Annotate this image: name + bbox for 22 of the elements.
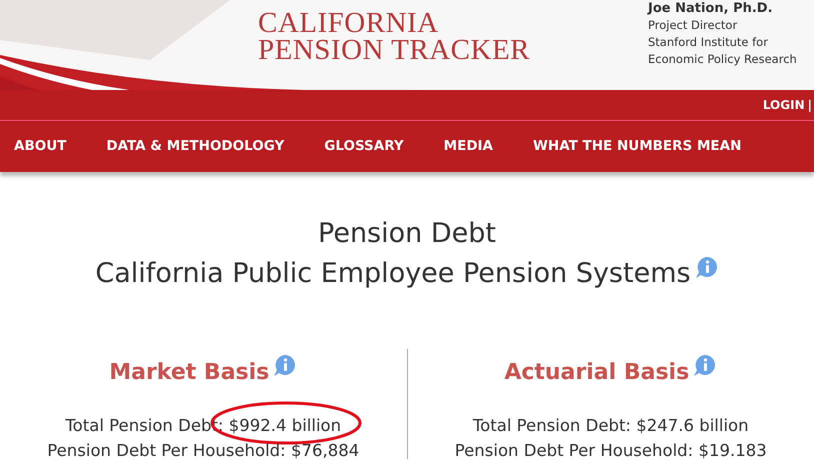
nav-link[interactable]: DATA & METHODOLOGY: [106, 136, 284, 157]
stat-text: Pension Debt Per Household: $19.183: [454, 440, 767, 462]
page-title: Pension Debt: [318, 218, 496, 249]
author-title: Stanford Institute for: [648, 34, 769, 51]
section-heading: Actuarial Basis: [504, 360, 690, 385]
nav-link[interactable]: ABOUT: [14, 136, 66, 157]
page-subtitle: California Public Employee Pension Systems: [95, 258, 691, 289]
nav-link[interactable]: GLOSSARY: [324, 136, 404, 157]
author-title: Economic Policy Research: [648, 51, 798, 68]
info-icon[interactable]: [273, 352, 298, 377]
author-name: Joe Nation, Ph.D.: [648, 0, 774, 17]
stat-text: Pension Debt Per Household: $76,884: [47, 440, 360, 462]
nav-link[interactable]: WHAT THE NUMBERS MEAN: [533, 136, 742, 157]
stat-text: Total Pension Debt: $247.6 billion: [472, 415, 749, 437]
separator-text: |: [808, 97, 812, 114]
section-heading: Market Basis: [109, 360, 270, 385]
site-title[interactable]: CALIFORNIA PENSION TRACKER: [258, 10, 530, 90]
author-title: Project Director: [648, 17, 738, 34]
info-icon[interactable]: [693, 352, 718, 377]
login-link[interactable]: LOGIN: [762, 96, 805, 114]
info-icon[interactable]: [694, 254, 719, 279]
nav-link[interactable]: MEDIA: [444, 136, 494, 157]
